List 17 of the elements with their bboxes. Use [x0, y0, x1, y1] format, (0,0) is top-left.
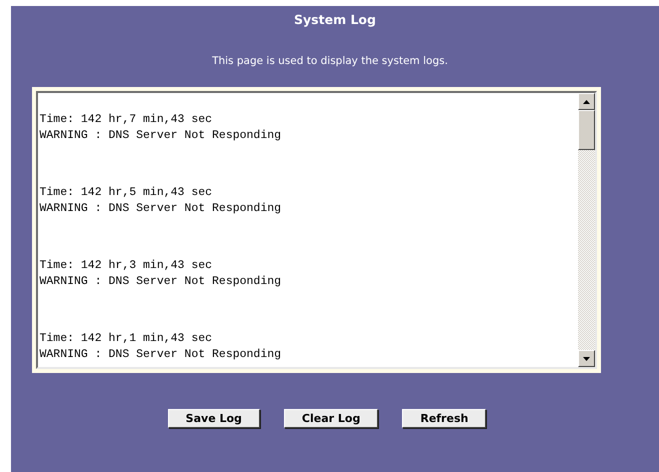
action-button[interactable]: Save Log	[168, 409, 260, 428]
log-message: WARNING : DNS Server Not Responding	[40, 201, 282, 217]
action-button[interactable]: Refresh	[402, 409, 486, 428]
scrollbar-thumb[interactable]	[578, 110, 594, 150]
scroll-up-icon[interactable]	[578, 93, 594, 110]
log-time: Time: 142 hr,3 min,43 sec	[40, 258, 212, 274]
log-time: Time: 142 hr,5 min,43 sec	[40, 185, 212, 201]
page-title: System Log	[294, 12, 376, 27]
action-button[interactable]: Clear Log	[284, 409, 378, 428]
log-message: WARNING : DNS Server Not Responding	[40, 347, 282, 363]
page-description: This page is used to display the system logs.	[212, 55, 448, 67]
log-message: WARNING : DNS Server Not Responding	[40, 274, 282, 290]
log-time: Time: 142 hr,1 min,43 sec	[40, 331, 212, 347]
scroll-down-icon[interactable]	[578, 350, 594, 367]
log-message: WARNING : DNS Server Not Responding	[40, 128, 282, 144]
log-time: Time: 142 hr,7 min,43 sec	[40, 112, 212, 128]
scrollbar[interactable]	[578, 93, 594, 367]
